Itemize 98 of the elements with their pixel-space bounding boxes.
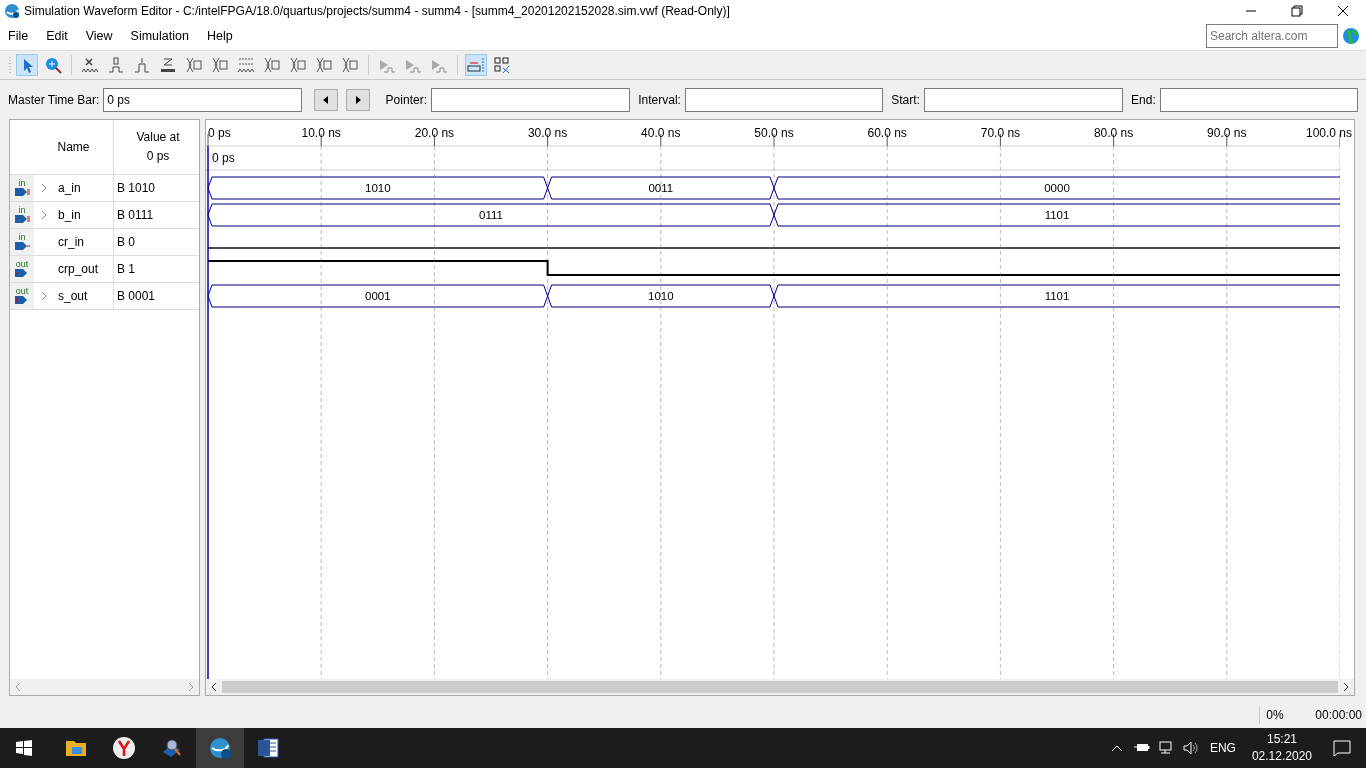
tick-label: 60.0 ns [867, 125, 907, 142]
signal-name: b_in [58, 207, 81, 224]
tick-label: 40.0 ns [641, 125, 681, 142]
end-field[interactable] [1159, 87, 1358, 112]
signal-value: B 0001 [117, 288, 156, 305]
bus-value-icon [263, 56, 281, 74]
tick-label: 30.0 ns [527, 125, 568, 142]
next-button[interactable] [345, 88, 370, 111]
pointer-arrow-button[interactable] [16, 54, 38, 76]
input-bus-pin-icon [13, 214, 31, 224]
menu-item[interactable]: Edit [37, 26, 77, 46]
browser-icon [112, 736, 136, 760]
pin-direction-label: out [15, 260, 29, 268]
app-logo-icon [4, 3, 20, 19]
expand-icon[interactable] [40, 291, 48, 301]
tick-label: 100.0 ns [1305, 125, 1352, 142]
tick-label: 80.0 ns [1093, 125, 1134, 142]
notifications-icon[interactable] [1332, 739, 1352, 757]
column-header: 0 ps [146, 148, 170, 165]
scroll-right-icon[interactable] [1342, 682, 1350, 692]
bus-value-label: 0011 [648, 182, 674, 194]
bus-value-label: 0000 [1044, 182, 1070, 194]
signal-name: s_out [58, 288, 88, 305]
bus-value-icon [185, 56, 203, 74]
language-indicator[interactable]: ENG [1209, 739, 1236, 757]
signal-value: B 0 [117, 234, 135, 251]
bus-value-label: 1101 [1044, 290, 1070, 302]
pin-direction-label: out [15, 287, 29, 295]
clock-date[interactable]: 02.12.2020 [1251, 748, 1312, 765]
bus-value-label: 1010 [365, 182, 391, 194]
menu-item[interactable]: Simulation [121, 26, 198, 46]
tick-label: 20.0 ns [414, 125, 455, 142]
input-bus-pin-icon [13, 187, 31, 197]
bus-value-label: 1010 [648, 290, 674, 302]
expand-icon[interactable] [40, 210, 48, 220]
end-label: End: [1131, 91, 1156, 109]
bus-value-icon [211, 56, 229, 74]
tick-label: 90.0 ns [1207, 125, 1247, 142]
search-field[interactable]: Search altera.com [1206, 24, 1338, 48]
scroll-left-icon[interactable] [210, 682, 218, 692]
high-value-icon [133, 56, 151, 74]
column-header: Value at [136, 129, 180, 146]
pin-direction-label: in [18, 233, 26, 241]
start-field[interactable] [923, 87, 1124, 112]
cursor-time-label: 0 ps [212, 150, 235, 167]
signal-value: B 1 [117, 261, 135, 278]
toolbar-grip-icon [8, 55, 12, 75]
high-impedance-icon [159, 56, 177, 74]
master-time-bar-field[interactable]: 0 ps [103, 87, 302, 112]
column-header: Name [57, 139, 90, 156]
window-title: Simulation Waveform Editor - C:/intelFPGA/18.0/quartus/projects/summ4 - summ4 - [summ4_20201202152028.sim.vwf (Read-Only)] [24, 3, 731, 20]
elapsed-time: 00:00:00 [1315, 707, 1362, 724]
interval-field[interactable] [684, 87, 884, 112]
interval-label: Interval: [638, 91, 681, 109]
bus-value-label: 1101 [1044, 209, 1070, 221]
scrollbar-thumb[interactable] [222, 681, 1338, 693]
master-time-bar-label: Master Time Bar: [8, 91, 100, 109]
invert-icon [237, 56, 255, 74]
bus-value-label: 0001 [365, 290, 391, 302]
signal-name: a_in [58, 180, 81, 197]
tick-label: 50.0 ns [754, 125, 794, 142]
previous-button[interactable] [313, 88, 338, 111]
signal-value: B 1010 [117, 180, 156, 197]
tick-label: 0 ps [208, 125, 231, 142]
globe-icon [1342, 27, 1360, 45]
pin-direction-label: in [18, 179, 26, 187]
caret-right-icon [353, 95, 362, 104]
windows-logo-icon [16, 740, 32, 756]
start-label: Start: [891, 91, 920, 109]
low-value-icon [107, 56, 125, 74]
clock-time[interactable]: 15:21 [1266, 731, 1297, 748]
snap-to-grid-icon [467, 56, 485, 74]
tick-label: 70.0 ns [980, 125, 1021, 142]
caret-left-icon [321, 95, 330, 104]
pointer-label: Pointer: [385, 91, 427, 109]
signal-value: B 0111 [117, 207, 154, 224]
menu-item[interactable]: Help [197, 26, 242, 46]
input-pin-icon [13, 241, 31, 251]
expand-icon[interactable] [40, 183, 48, 193]
pointer-field[interactable] [430, 87, 631, 112]
speaker-icon[interactable] [1180, 739, 1199, 757]
menu-item[interactable]: View [76, 26, 122, 46]
app-logo-icon [208, 736, 232, 760]
network-icon[interactable] [1156, 739, 1175, 757]
unknown-value-icon [81, 56, 99, 74]
pin-direction-label: in [18, 206, 26, 214]
progress-percent: 0% [1259, 706, 1300, 724]
bus-value-icon [341, 56, 359, 74]
bus-value-icon [289, 56, 307, 74]
zoom-icon [44, 56, 62, 74]
menu-item[interactable]: File [0, 26, 38, 46]
grid-icon [493, 56, 511, 74]
bus-value-icon [315, 56, 333, 74]
signal-name: crp_out [58, 261, 99, 278]
bus-value-label: 0111 [479, 209, 503, 221]
tick-label: 10.0 ns [301, 125, 341, 142]
signal-name: cr_in [58, 234, 84, 251]
document-app-icon [256, 736, 280, 760]
